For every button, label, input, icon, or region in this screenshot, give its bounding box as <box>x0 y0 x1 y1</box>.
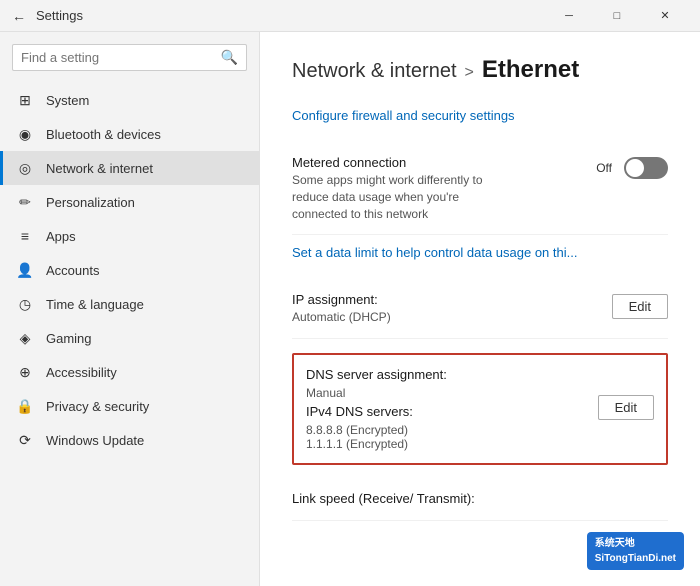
metered-connection-row: Metered connection Some apps might work … <box>292 143 668 235</box>
maximize-button[interactable]: □ <box>594 0 640 32</box>
sidebar-item-network[interactable]: ◎ Network & internet <box>0 151 259 185</box>
nav-icon-accessibility: ⊕ <box>16 363 34 381</box>
search-box[interactable]: 🔍 <box>12 44 247 71</box>
ip-assignment-value: Automatic (DHCP) <box>292 309 512 326</box>
back-button[interactable]: ← <box>12 8 26 24</box>
dns-ipv4-label: IPv4 DNS servers: <box>306 404 598 419</box>
page-header: Network & internet > Ethernet <box>292 56 668 84</box>
sidebar-label-personalization: Personalization <box>46 195 135 210</box>
metered-connection-desc: Some apps might work differently to redu… <box>292 172 512 222</box>
dns-control: Edit <box>598 395 654 420</box>
search-input[interactable] <box>21 50 221 65</box>
dns-edit-button[interactable]: Edit <box>598 395 654 420</box>
nav-icon-update: ⟳ <box>16 431 34 449</box>
dns-server-2: 1.1.1.1 (Encrypted) <box>306 437 598 451</box>
sidebar-label-apps: Apps <box>46 229 76 244</box>
link-speed-row: Link speed (Receive/ Transmit): <box>292 479 668 521</box>
dns-info: DNS server assignment: Manual IPv4 DNS s… <box>306 367 598 451</box>
sidebar-item-time[interactable]: ◷ Time & language <box>0 287 259 321</box>
titlebar-title: Settings <box>36 8 83 23</box>
sidebar-label-accounts: Accounts <box>46 263 99 278</box>
sidebar-label-system: System <box>46 93 89 108</box>
dns-server-1: 8.8.8.8 (Encrypted) <box>306 423 598 437</box>
titlebar-left: ← Settings <box>12 8 83 24</box>
nav-icon-network: ◎ <box>16 159 34 177</box>
sidebar-item-personalization[interactable]: ✏ Personalization <box>0 185 259 219</box>
metered-connection-label: Metered connection <box>292 155 596 170</box>
sidebar-label-time: Time & language <box>46 297 144 312</box>
sidebar-item-privacy[interactable]: 🔒 Privacy & security <box>0 389 259 423</box>
dns-section: DNS server assignment: Manual IPv4 DNS s… <box>292 339 668 479</box>
nav-list: ⊞ System ◉ Bluetooth & devices ◎ Network & in… <box>0 83 259 457</box>
dns-assignment-label: DNS server assignment: <box>306 367 598 382</box>
sidebar-label-bluetooth: Bluetooth & devices <box>46 127 161 142</box>
nav-icon-bluetooth: ◉ <box>16 125 34 143</box>
nav-icon-system: ⊞ <box>16 91 34 109</box>
sidebar-item-accounts[interactable]: 👤 Accounts <box>0 253 259 287</box>
nav-icon-gaming: ◈ <box>16 329 34 347</box>
metered-connection-control: Off <box>596 157 668 179</box>
sidebar-item-apps[interactable]: ≡ Apps <box>0 219 259 253</box>
dns-box: DNS server assignment: Manual IPv4 DNS s… <box>292 353 668 465</box>
metered-connection-info: Metered connection Some apps might work … <box>292 155 596 222</box>
dns-row: DNS server assignment: Manual IPv4 DNS s… <box>306 367 654 451</box>
toggle-off-label: Off <box>596 161 612 175</box>
sidebar-label-network: Network & internet <box>46 161 153 176</box>
minimize-button[interactable]: ─ <box>546 0 592 32</box>
link-speed-info: Link speed (Receive/ Transmit): <box>292 491 668 508</box>
sidebar-item-bluetooth[interactable]: ◉ Bluetooth & devices <box>0 117 259 151</box>
metered-connection-toggle[interactable] <box>624 157 668 179</box>
nav-icon-time: ◷ <box>16 295 34 313</box>
content-area: Network & internet > Ethernet Configure … <box>260 32 700 586</box>
breadcrumb-current: Ethernet <box>482 56 579 84</box>
sidebar-label-update: Windows Update <box>46 433 144 448</box>
firewall-link[interactable]: Configure firewall and security settings <box>292 108 668 123</box>
nav-icon-accounts: 👤 <box>16 261 34 279</box>
titlebar-controls: ─ □ ✕ <box>546 0 688 32</box>
sidebar-item-update[interactable]: ⟳ Windows Update <box>0 423 259 457</box>
sidebar-label-accessibility: Accessibility <box>46 365 117 380</box>
nav-icon-personalization: ✏ <box>16 193 34 211</box>
data-limit-link[interactable]: Set a data limit to help control data us… <box>292 245 668 260</box>
watermark-subtext: SiTongTianDi.net <box>595 551 676 566</box>
dns-mode: Manual <box>306 386 598 400</box>
watermark-text: 系统天地 <box>595 536 676 551</box>
close-button[interactable]: ✕ <box>642 0 688 32</box>
sidebar-item-gaming[interactable]: ◈ Gaming <box>0 321 259 355</box>
ip-assignment-label: IP assignment: <box>292 292 612 307</box>
nav-icon-privacy: 🔒 <box>16 397 34 415</box>
ip-assignment-row: IP assignment: Automatic (DHCP) Edit <box>292 280 668 339</box>
sidebar-label-gaming: Gaming <box>46 331 92 346</box>
watermark: 系统天地 SiTongTianDi.net <box>587 532 684 570</box>
breadcrumb-parent: Network & internet <box>292 60 457 83</box>
app-container: 🔍 ⊞ System ◉ Bluetooth & devices ◎ Network & … <box>0 32 700 586</box>
ip-edit-button[interactable]: Edit <box>612 294 668 319</box>
nav-icon-apps: ≡ <box>16 227 34 245</box>
link-speed-label: Link speed (Receive/ Transmit): <box>292 491 668 506</box>
sidebar-item-system[interactable]: ⊞ System <box>0 83 259 117</box>
titlebar: ← Settings ─ □ ✕ <box>0 0 700 32</box>
sidebar: 🔍 ⊞ System ◉ Bluetooth & devices ◎ Network & … <box>0 32 260 586</box>
sidebar-item-accessibility[interactable]: ⊕ Accessibility <box>0 355 259 389</box>
ip-assignment-control: Edit <box>612 294 668 319</box>
search-icon[interactable]: 🔍 <box>221 49 238 66</box>
breadcrumb-chevron: > <box>465 64 474 82</box>
ip-assignment-info: IP assignment: Automatic (DHCP) <box>292 292 612 326</box>
sidebar-label-privacy: Privacy & security <box>46 399 149 414</box>
